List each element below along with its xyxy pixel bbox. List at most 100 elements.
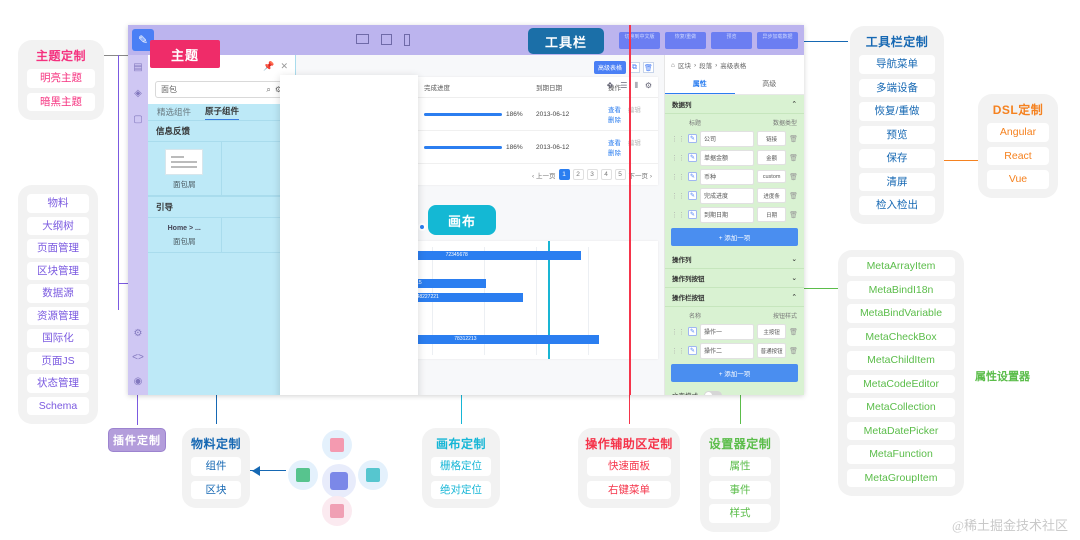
chevron-down-icon[interactable]: ⌄ [792,274,797,282]
meta-setter-item[interactable]: MetaCheckBox [847,327,955,347]
row-type-select[interactable]: 进度条 [757,188,787,203]
delete-icon[interactable]: 🗑 [789,192,798,200]
plugin-item[interactable]: Schema [27,396,89,416]
search-input[interactable]: 面包 ⌕ ⚙ [155,81,288,98]
text-mode-field[interactable]: 文字模式 [665,386,804,395]
material-section-guide[interactable]: 引导 ⌃ [148,196,295,218]
breadcrumb-item[interactable]: 区块 [678,60,691,70]
pager-page-1[interactable]: 1 [558,169,570,180]
row-type-select[interactable]: custom [757,170,787,183]
datacol-row[interactable]: ⋮⋮ ✎ 公司 链接 🗑 [665,129,804,148]
plugin-item[interactable]: 区块管理 [27,261,89,281]
drag-handle-icon[interactable]: ⋮⋮ [671,328,685,336]
section-data-columns[interactable]: 数据列 ⌃ [665,95,804,114]
plugin-item[interactable]: 页面管理 [27,239,89,258]
setter-event-item[interactable]: 事件 [709,480,771,500]
pager-next[interactable]: 下一页 › [629,170,652,180]
desktop-icon[interactable] [356,34,369,44]
row-title-input[interactable]: 公司 [700,130,755,147]
drag-handle-icon[interactable]: ⋮⋮ [671,173,685,181]
editor-left-rail[interactable]: ▤ ◈ ▢ ⚙ <> ◉ [128,55,148,395]
meta-setter-item[interactable]: MetaGroupItem [847,468,955,488]
toolbar-item[interactable]: 清屏 [859,172,935,192]
dsl-react-item[interactable]: React [987,146,1049,166]
drag-handle-icon[interactable]: ⋮⋮ [671,192,685,200]
property-tabs[interactable]: 属性 高级 [665,75,804,95]
row-title-input[interactable]: 操作二 [700,342,755,359]
cell-ops[interactable]: 查看 编辑 删除 [604,97,658,131]
text-mode-toggle[interactable] [704,390,722,395]
plugin-item[interactable]: 物料 [27,194,89,213]
plugin-item[interactable]: 数据源 [27,284,89,303]
material-component-item[interactable]: 组件 [191,457,241,476]
edit-icon[interactable]: ✎ [688,327,697,336]
row-title-input[interactable]: 单据金额 [700,149,755,166]
meta-setter-item[interactable]: MetaDatePicker [847,421,955,441]
tab-atomic[interactable]: 原子组件 [205,105,240,120]
toolbar-button[interactable]: 异步加载数据 [757,31,798,49]
material-item[interactable]: 面包屑 [148,142,222,196]
row-title-input[interactable]: 操作一 [700,323,755,340]
row-type-select[interactable]: 普通按钮 [757,343,787,358]
chevron-down-icon[interactable]: ⌄ [792,255,797,263]
op-view[interactable]: 查看 [608,140,621,147]
meta-setter-item[interactable]: MetaChildItem [847,351,955,370]
close-icon[interactable]: ✕ [280,61,288,72]
datacol-row[interactable]: ⋮⋮ ✎ 完成进度 进度条 🗑 [665,186,804,205]
theme-dark-item[interactable]: 暗黑主题 [27,92,95,112]
toolbar-item[interactable]: 多端设备 [859,78,935,98]
search-icon[interactable]: ⌕ [266,85,270,95]
dsl-angular-item[interactable]: Angular [987,123,1049,142]
cell-ops[interactable]: 查看 编辑 删除 [604,130,658,164]
plugin-item[interactable]: 状态管理 [27,374,89,393]
toolbar-item[interactable]: 导航菜单 [859,55,935,74]
pager-prev[interactable]: ‹ 上一页 [532,170,555,180]
context-menu-item[interactable]: 右键菜单 [587,480,671,500]
theme-light-item[interactable]: 明亮主题 [27,69,95,88]
toolbar-item[interactable]: 预览 [859,125,935,145]
drag-handle-icon[interactable]: ⋮⋮ [671,154,685,162]
toolbar-item[interactable]: 保存 [859,149,935,168]
components-icon[interactable]: ◈ [132,87,144,99]
edit-icon[interactable]: ✎ [688,191,697,200]
home-icon[interactable]: ⌂ [671,62,675,69]
align-icon[interactable]: ⫴ [634,81,637,91]
row-title-input[interactable]: 到期日期 [700,206,755,223]
toolbar-item[interactable]: 恢复/重做 [859,102,935,121]
edit-icon[interactable]: ✎ [688,153,697,162]
section-ops-column[interactable]: 操作列 ⌄ [665,250,804,269]
material-tabs[interactable]: 精选组件 原子组件 [148,104,295,120]
delete-icon[interactable]: 🗑 [789,135,798,143]
meta-setter-item[interactable]: MetaFunction [847,445,955,464]
row-title-input[interactable]: 币种 [700,168,755,185]
edit-icon[interactable]: ✎ [688,134,697,143]
toolbar-button[interactable]: 恢复/重做 [665,31,706,49]
op-view[interactable]: 查看 [608,107,621,114]
edit-icon[interactable]: ✎ [688,210,697,219]
edit-icon[interactable]: ✎ [688,172,697,181]
breadcrumb-item[interactable]: 段落 [699,60,712,70]
add-opsbtn-button[interactable]: + 添加一项 [671,364,798,382]
canvas-absolute-item[interactable]: 绝对定位 [431,480,491,500]
meta-setter-item[interactable]: MetaArrayItem [847,257,955,276]
plugin-item[interactable]: 页面JS [27,351,89,371]
datacol-row[interactable]: ⋮⋮ ✎ 币种 custom 🗑 [665,167,804,186]
pager-page-4[interactable]: 4 [600,169,612,180]
setter-prop-item[interactable]: 属性 [709,457,771,476]
chevron-up-icon[interactable]: ⌃ [792,100,797,108]
drag-handle-icon[interactable]: ⋮⋮ [671,211,685,219]
setter-style-item[interactable]: 样式 [709,504,771,523]
plugin-item[interactable]: 大纲树 [27,216,89,236]
breadcrumb-item[interactable]: 高级表格 [720,60,746,70]
tab-advanced[interactable]: 高级 [735,75,805,94]
toolbar-button[interactable]: 预览 [711,31,752,49]
row-type-select[interactable]: 主按钮 [757,324,787,339]
material-section-feedback[interactable]: 信息反馈 ⌃ [148,120,295,142]
row-type-select[interactable]: 日期 [757,207,787,222]
gear-icon[interactable]: ⚙ [645,81,652,91]
datacol-row[interactable]: ⋮⋮ ✎ 到期日期 日期 🗑 [665,205,804,224]
op-delete[interactable]: 删除 [608,150,621,157]
layers-icon[interactable]: ▤ [132,61,144,73]
move-icon[interactable]: ✥ [607,81,614,91]
section-ops-column-buttons[interactable]: 操作列按钮 ⌄ [665,269,804,288]
